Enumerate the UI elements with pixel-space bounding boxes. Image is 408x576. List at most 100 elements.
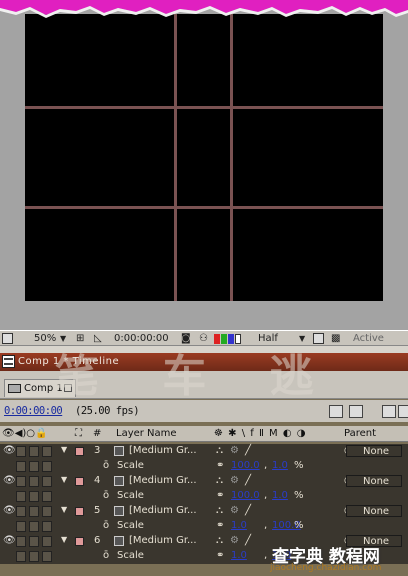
layer-row[interactable]: 👁▼5[Medium Gr...⛬⚙╱◎None: [0, 504, 408, 519]
composition-canvas[interactable]: [25, 14, 383, 301]
layer-name[interactable]: [Medium Gr...: [129, 535, 197, 546]
quality-switch-icon[interactable]: ╱: [245, 475, 251, 486]
grid-toggle-icon[interactable]: ⊞: [76, 332, 84, 345]
expand-triangle-icon[interactable]: ▼: [61, 535, 67, 544]
scale-x-value[interactable]: 1.0: [231, 520, 247, 531]
solo-toggle[interactable]: [29, 536, 39, 547]
frame-rate-label: (25.00 fps): [75, 405, 140, 417]
green-channel-swatch[interactable]: [221, 334, 227, 344]
layer-name[interactable]: [Medium Gr...: [129, 445, 197, 456]
visibility-eye-icon[interactable]: 👁: [3, 505, 16, 516]
switches-header: ☸ ✱ \ f Ⅱ M ◐ ◑: [214, 428, 307, 439]
chevron-down-icon[interactable]: ▼: [60, 332, 66, 345]
snapshot-icon[interactable]: ◺: [94, 332, 102, 345]
zoom-dropdown[interactable]: 50%: [34, 332, 56, 345]
constrain-proportions-icon[interactable]: ⚭: [216, 520, 224, 531]
resolution-dropdown[interactable]: Half: [258, 332, 278, 345]
property-row[interactable]: ō Scale ⚭ 100.0, 1.0%: [0, 459, 408, 474]
red-channel-swatch[interactable]: [214, 334, 220, 344]
blue-channel-swatch[interactable]: [228, 334, 234, 344]
stopwatch-icon[interactable]: ō: [103, 490, 109, 501]
scale-y-value[interactable]: 1.0: [272, 490, 288, 501]
audio-toggle[interactable]: [16, 446, 26, 457]
layer-number-header: #: [93, 428, 102, 439]
layer-label-color[interactable]: [75, 447, 84, 456]
tab-comp-1[interactable]: Comp 1: [4, 379, 76, 397]
shy-switch-icon[interactable]: ⛬: [216, 535, 223, 546]
viewer-timecode[interactable]: 0:00:00:00: [114, 332, 169, 345]
shy-switch-icon[interactable]: ⛬: [216, 445, 223, 456]
solo-toggle[interactable]: [29, 476, 39, 487]
parent-dropdown[interactable]: None: [346, 445, 402, 457]
current-time-display[interactable]: 0:00:00:00: [4, 405, 63, 417]
layer-label-color[interactable]: [75, 537, 84, 546]
expand-triangle-icon[interactable]: ▼: [61, 505, 67, 514]
collapse-switch-icon[interactable]: ⚙: [230, 475, 239, 486]
property-row[interactable]: ō Scale ⚭ 1.0, 100.0%: [0, 519, 408, 534]
motion-blur-icon[interactable]: [349, 405, 363, 418]
solo-toggle[interactable]: [29, 446, 39, 457]
lock-toggle[interactable]: [42, 506, 52, 517]
scale-y-value[interactable]: 1.0: [272, 460, 288, 471]
region-icon[interactable]: [313, 333, 324, 344]
audio-toggle[interactable]: [16, 476, 26, 487]
layer-label-color[interactable]: [75, 507, 84, 516]
chevron-down-icon[interactable]: ▼: [299, 332, 305, 345]
active-camera-dropdown[interactable]: Active: [353, 332, 384, 345]
expand-triangle-icon[interactable]: ▼: [61, 445, 67, 454]
lock-toggle[interactable]: [42, 476, 52, 487]
stopwatch-icon[interactable]: ō: [103, 550, 109, 561]
audio-toggle: [16, 461, 26, 472]
layer-label-color[interactable]: [75, 477, 84, 486]
layer-type-icon: [114, 506, 124, 516]
shy-layers-icon[interactable]: [382, 405, 396, 418]
transparency-grid-icon[interactable]: ▩: [331, 332, 340, 345]
frame-blend-icon[interactable]: [398, 405, 408, 418]
collapse-switch-icon[interactable]: ⚙: [230, 445, 239, 456]
constrain-proportions-icon[interactable]: ⚭: [216, 460, 224, 471]
scale-x-value[interactable]: 100.0: [231, 490, 260, 501]
quality-switch-icon[interactable]: ╱: [245, 505, 251, 516]
stopwatch-icon[interactable]: ō: [103, 520, 109, 531]
show-channel-icon[interactable]: ⚇: [199, 332, 208, 345]
alpha-channel-swatch[interactable]: [235, 334, 241, 344]
visibility-eye-icon[interactable]: 👁: [3, 475, 16, 486]
layer-name-header[interactable]: Layer Name: [116, 428, 177, 439]
property-row[interactable]: ō Scale ⚭ 100.0, 1.0%: [0, 489, 408, 504]
constrain-proportions-icon[interactable]: ⚭: [216, 550, 224, 561]
tab-label: Comp 1: [24, 383, 63, 394]
region-of-interest-icon[interactable]: [2, 333, 13, 344]
parent-dropdown[interactable]: None: [346, 505, 402, 517]
scale-x-value[interactable]: 1.0: [231, 550, 247, 561]
unit-label: %: [294, 520, 304, 531]
audio-toggle[interactable]: [16, 536, 26, 547]
scale-x-value[interactable]: 100.0: [231, 460, 260, 471]
stopwatch-icon[interactable]: ō: [103, 460, 109, 471]
layer-name[interactable]: [Medium Gr...: [129, 505, 197, 516]
parent-dropdown[interactable]: None: [346, 475, 402, 487]
layer-name[interactable]: [Medium Gr...: [129, 475, 197, 486]
lock-toggle[interactable]: [42, 536, 52, 547]
visibility-eye-icon[interactable]: 👁: [3, 445, 16, 456]
camera-icon[interactable]: ◙: [181, 332, 191, 345]
grid-line-horizontal: [25, 106, 383, 109]
shy-switch-icon[interactable]: ⛬: [216, 475, 223, 486]
comp-marker-icon[interactable]: [329, 405, 343, 418]
lock-toggle[interactable]: [42, 446, 52, 457]
parent-header[interactable]: Parent: [344, 428, 376, 439]
layer-row[interactable]: 👁▼4[Medium Gr...⛬⚙╱◎None: [0, 474, 408, 489]
collapse-switch-icon[interactable]: ⚙: [230, 535, 239, 546]
quality-switch-icon[interactable]: ╱: [245, 535, 251, 546]
close-tab-icon[interactable]: [64, 384, 72, 392]
lock-toggle: [42, 461, 52, 472]
lock-toggle: [42, 551, 52, 562]
collapse-switch-icon[interactable]: ⚙: [230, 505, 239, 516]
audio-toggle[interactable]: [16, 506, 26, 517]
quality-switch-icon[interactable]: ╱: [245, 445, 251, 456]
shy-switch-icon[interactable]: ⛬: [216, 505, 223, 516]
layer-row[interactable]: 👁▼3[Medium Gr...⛬⚙╱◎None: [0, 444, 408, 459]
solo-toggle[interactable]: [29, 506, 39, 517]
visibility-eye-icon[interactable]: 👁: [3, 535, 16, 546]
expand-triangle-icon[interactable]: ▼: [61, 475, 67, 484]
constrain-proportions-icon[interactable]: ⚭: [216, 490, 224, 501]
